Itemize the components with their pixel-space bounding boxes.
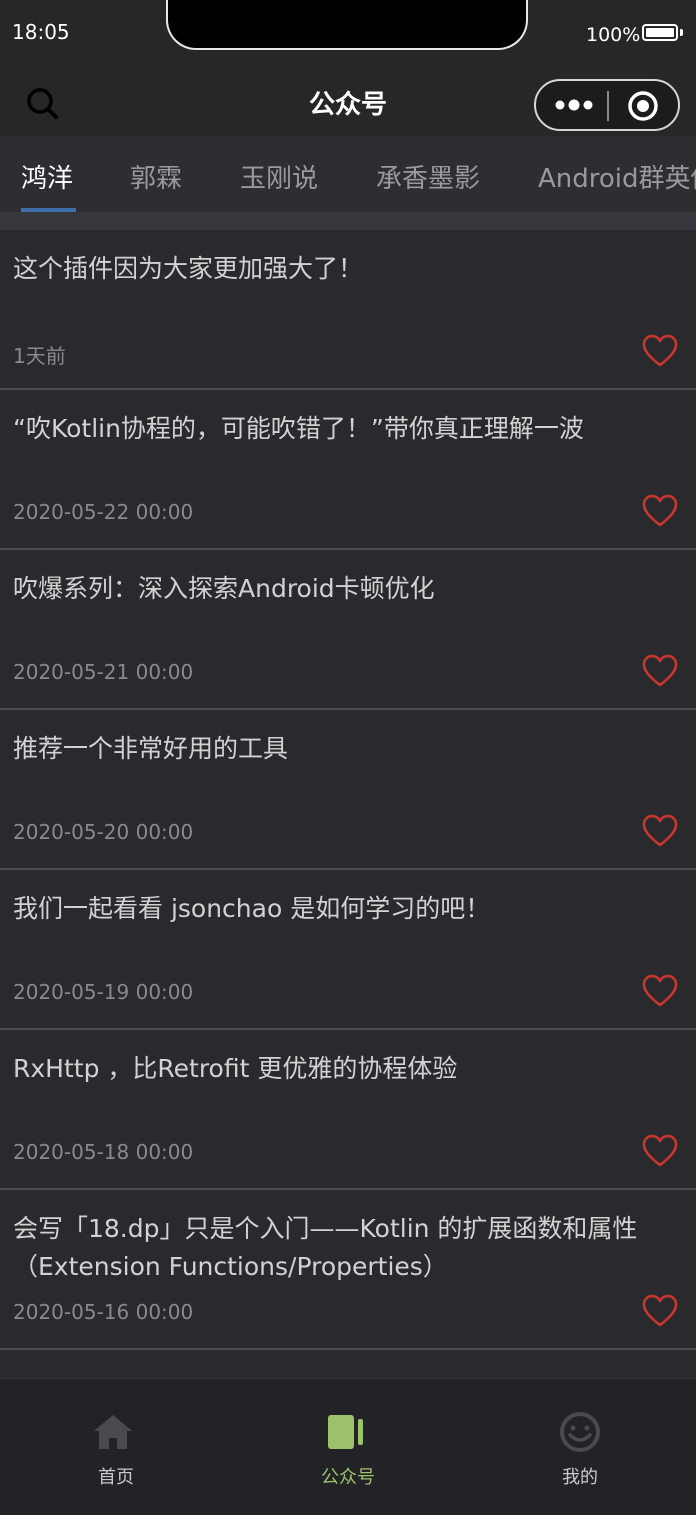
list-item[interactable]: 推荐一个非常好用的工具 2020-05-20 00:00 [0, 710, 696, 870]
article-date: 2020-05-19 00:00 [13, 980, 194, 1004]
heart-icon [642, 654, 678, 687]
list-item[interactable]: 这个插件因为大家更加强大了！ 1天前 [0, 230, 696, 390]
tab-android-qunyingzhuan[interactable]: Android群英传 [538, 158, 696, 195]
nav-bar: 公众号 [0, 66, 696, 136]
section-divider [0, 212, 696, 230]
favorite-button[interactable] [642, 1134, 678, 1168]
battery-tip [680, 29, 683, 36]
battery-fill [646, 28, 674, 37]
article-list: 这个插件因为大家更加强大了！ 1天前 “吹Kotlin协程的，可能吹错了！”带你… [0, 230, 696, 1350]
heart-icon [642, 1294, 678, 1327]
smiley-icon [560, 1412, 600, 1452]
heart-icon [642, 974, 678, 1007]
favorite-button[interactable] [642, 974, 678, 1008]
book-icon [328, 1415, 363, 1449]
bottom-tab-label: 公众号 [321, 1467, 375, 1488]
status-time: 18:05 [12, 20, 70, 44]
article-date: 2020-05-16 00:00 [13, 1300, 194, 1324]
favorite-button[interactable] [642, 654, 678, 688]
battery-icon [642, 24, 678, 41]
article-title: 我们一起看看 jsonchao 是如何学习的吧！ [13, 894, 491, 923]
bottom-tab-label: 首页 [98, 1467, 134, 1488]
tab-chengxiangmoying[interactable]: 承香墨影 [376, 158, 480, 195]
bottom-tab-bar: 首页 公众号 我的 [0, 1378, 696, 1515]
bottom-tab-label: 我的 [562, 1467, 598, 1488]
tab-yugangshuo[interactable]: 玉刚说 [240, 158, 318, 195]
article-date: 2020-05-18 00:00 [13, 1140, 194, 1164]
more-button[interactable] [552, 93, 598, 117]
home-icon [94, 1415, 132, 1449]
device-notch [166, 0, 528, 50]
heart-icon [642, 814, 678, 847]
article-title: 会写「18.dp」只是个入门——Kotlin 的扩展函数和属性（Extensio… [13, 1214, 638, 1281]
heart-icon [642, 494, 678, 527]
list-item[interactable]: 我们一起看看 jsonchao 是如何学习的吧！ 2020-05-19 00:0… [0, 870, 696, 1030]
status-bar: 18:05 100% [0, 0, 696, 66]
list-item[interactable]: RxHttp ，比Retrofit 更优雅的协程体验 2020-05-18 00… [0, 1030, 696, 1190]
article-title: 推荐一个非常好用的工具 [13, 734, 289, 763]
account-tabs: 鸿洋 郭霖 玉刚说 承香墨影 Android群英传 [0, 136, 696, 212]
heart-icon [642, 1134, 678, 1167]
tab-hongyang[interactable]: 鸿洋 [21, 158, 73, 195]
close-target-icon [628, 91, 658, 121]
favorite-button[interactable] [642, 814, 678, 848]
article-title: “吹Kotlin协程的，可能吹错了！”带你真正理解一波 [13, 414, 584, 443]
article-title: 这个插件因为大家更加强大了！ [13, 254, 364, 283]
article-date: 2020-05-20 00:00 [13, 820, 194, 844]
list-item[interactable]: 会写「18.dp」只是个入门——Kotlin 的扩展函数和属性（Extensio… [0, 1190, 696, 1350]
battery-percentage: 100% [586, 24, 641, 46]
heart-icon [642, 334, 678, 367]
favorite-button[interactable] [642, 334, 678, 368]
article-title: 吹爆系列：深入探索Android卡顿优化 [13, 574, 435, 603]
tab-guolin[interactable]: 郭霖 [130, 158, 182, 195]
favorite-button[interactable] [642, 1294, 678, 1328]
mini-program-capsule [534, 79, 680, 131]
bottom-tab-home[interactable]: 首页 [0, 1379, 232, 1515]
list-item[interactable]: “吹Kotlin协程的，可能吹错了！”带你真正理解一波 2020-05-22 0… [0, 390, 696, 550]
bottom-tab-profile[interactable]: 我的 [464, 1379, 696, 1515]
list-item[interactable]: 吹爆系列：深入探索Android卡顿优化 2020-05-21 00:00 [0, 550, 696, 710]
article-title: RxHttp ，比Retrofit 更优雅的协程体验 [13, 1054, 458, 1083]
bottom-tab-official-accounts[interactable]: 公众号 [232, 1379, 464, 1515]
close-button[interactable] [626, 89, 660, 123]
article-date: 2020-05-22 00:00 [13, 500, 194, 524]
capsule-divider [607, 91, 609, 121]
article-date: 2020-05-21 00:00 [13, 660, 194, 684]
more-dots-icon [555, 99, 593, 111]
favorite-button[interactable] [642, 494, 678, 528]
article-date: 1天前 [13, 344, 66, 368]
